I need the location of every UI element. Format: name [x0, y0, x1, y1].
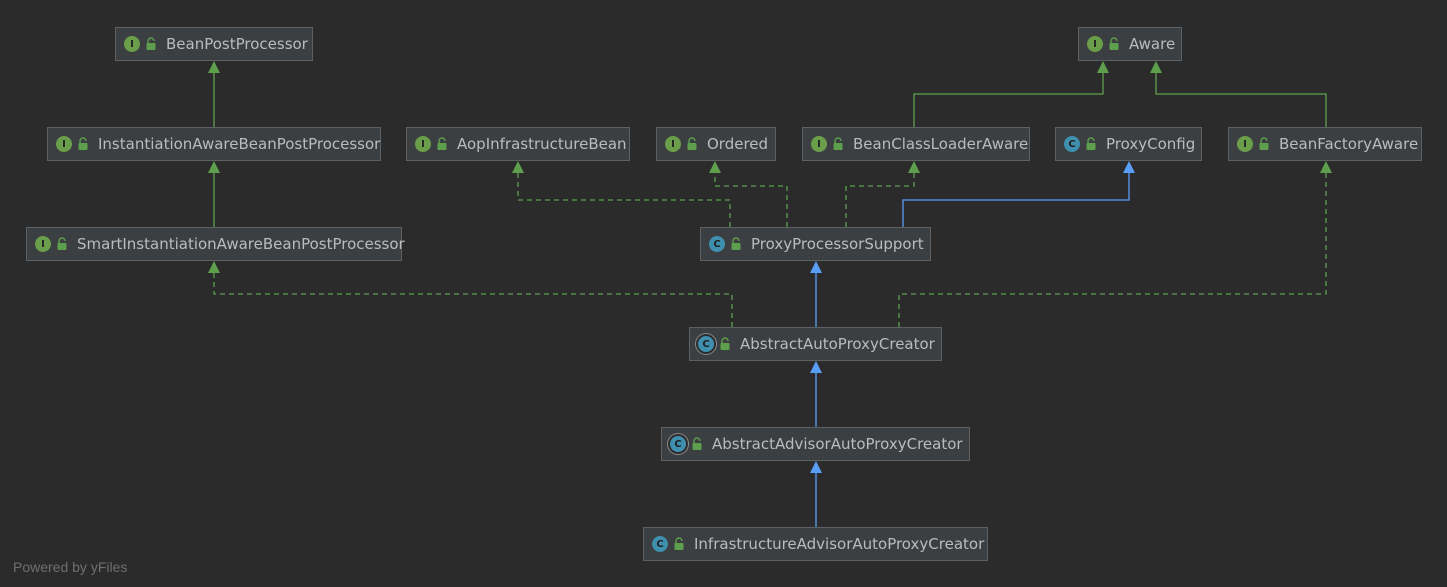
node-label: BeanFactoryAware — [1279, 135, 1419, 153]
edge-abstract-auto-proxy-creator-to-smart-instantiation-aware-bean-post-processor — [208, 261, 733, 327]
edge-proxy-processor-support-to-bean-class-loader-aware — [845, 161, 920, 227]
class-icon: C — [709, 236, 725, 252]
node-label: BeanPostProcessor — [166, 35, 308, 53]
public-lock-icon — [145, 37, 157, 51]
edge-line — [1155, 73, 1327, 127]
node-aop-infrastructure-bean[interactable]: I AopInfrastructureBean — [406, 127, 630, 161]
edge-abstract-auto-proxy-creator-to-bean-factory-aware — [898, 161, 1332, 327]
public-lock-icon — [691, 437, 703, 451]
arrowhead — [1320, 161, 1332, 173]
edge-abstract-advisor-auto-proxy-creator-to-abstract-auto-proxy-creator — [810, 361, 822, 427]
arrowhead — [810, 261, 822, 273]
interface-icon: I — [665, 136, 681, 152]
public-lock-icon — [832, 137, 844, 151]
public-lock-icon — [1108, 37, 1120, 51]
arrowhead — [810, 461, 822, 473]
node-label: Ordered — [707, 135, 769, 153]
node-label: AbstractAutoProxyCreator — [740, 335, 935, 353]
interface-icon: I — [415, 136, 431, 152]
edge-bean-class-loader-aware-to-aware — [913, 61, 1109, 127]
interface-icon: I — [811, 136, 827, 152]
node-label: ProxyConfig — [1106, 135, 1196, 153]
arrowhead — [709, 161, 721, 173]
edge-bean-factory-aware-to-aware — [1150, 61, 1327, 127]
edge-proxy-processor-support-to-ordered — [709, 161, 788, 227]
edge-smart-instantiation-aware-bean-post-processor-to-instantiation-aware-bean-post-processor — [208, 161, 220, 227]
arrowhead — [810, 361, 822, 373]
node-infrastructure-advisor-auto-proxy-creator[interactable]: C InfrastructureAdvisorAutoProxyCreator — [643, 527, 988, 561]
arrowhead — [1123, 161, 1135, 173]
node-label: BeanClassLoaderAware — [853, 135, 1029, 153]
edge-infrastructure-advisor-auto-proxy-creator-to-abstract-advisor-auto-proxy-creator — [810, 461, 822, 527]
abstract-class-icon: C — [670, 436, 686, 452]
node-label: Aware — [1129, 35, 1176, 53]
public-lock-icon — [686, 137, 698, 151]
arrowhead — [1150, 61, 1162, 73]
arrowhead — [1097, 61, 1109, 73]
node-bean-post-processor[interactable]: I BeanPostProcessor — [115, 27, 313, 61]
class-icon: C — [652, 536, 668, 552]
public-lock-icon — [719, 337, 731, 351]
edge-line — [902, 173, 1130, 227]
node-proxy-processor-support[interactable]: C ProxyProcessorSupport — [700, 227, 931, 261]
edge-line — [913, 73, 1104, 127]
node-abstract-auto-proxy-creator[interactable]: C AbstractAutoProxyCreator — [689, 327, 942, 361]
powered-by-credit: Powered by yFiles — [13, 559, 128, 575]
abstract-class-icon: C — [698, 336, 714, 352]
arrowhead — [208, 161, 220, 173]
interface-icon: I — [124, 36, 140, 52]
public-lock-icon — [1085, 137, 1097, 151]
edge-line — [898, 173, 1327, 327]
edge-abstract-auto-proxy-creator-to-proxy-processor-support — [810, 261, 822, 327]
node-label: InfrastructureAdvisorAutoProxyCreator — [694, 535, 985, 553]
node-label: AopInfrastructureBean — [457, 135, 627, 153]
public-lock-icon — [1258, 137, 1270, 151]
interface-icon: I — [1087, 36, 1103, 52]
node-abstract-advisor-auto-proxy-creator[interactable]: C AbstractAdvisorAutoProxyCreator — [661, 427, 970, 461]
node-label: SmartInstantiationAwareBeanPostProcessor — [77, 235, 405, 253]
node-ordered[interactable]: I Ordered — [656, 127, 776, 161]
node-aware[interactable]: I Aware — [1078, 27, 1182, 61]
inheritance-edges — [208, 61, 1332, 527]
arrowhead — [512, 161, 524, 173]
interface-icon: I — [1237, 136, 1253, 152]
node-proxy-config[interactable]: C ProxyConfig — [1055, 127, 1202, 161]
public-lock-icon — [56, 237, 68, 251]
node-bean-class-loader-aware[interactable]: I BeanClassLoaderAware — [802, 127, 1030, 161]
node-smart-instantiation-aware-bean-post-processor[interactable]: I SmartInstantiationAwareBeanPostProcesso… — [26, 227, 405, 261]
edge-line — [517, 173, 731, 227]
node-label: AbstractAdvisorAutoProxyCreator — [712, 435, 963, 453]
public-lock-icon — [730, 237, 742, 251]
public-lock-icon — [77, 137, 89, 151]
edge-proxy-processor-support-to-proxy-config — [902, 161, 1135, 227]
arrowhead — [208, 61, 220, 73]
arrowhead — [908, 161, 920, 173]
public-lock-icon — [436, 137, 448, 151]
edge-line — [213, 273, 733, 327]
class-icon: C — [1064, 136, 1080, 152]
node-instantiation-aware-bean-post-processor[interactable]: I InstantiationAwareBeanPostProcessor — [47, 127, 381, 161]
node-bean-factory-aware[interactable]: I BeanFactoryAware — [1228, 127, 1422, 161]
edge-proxy-processor-support-to-aop-infrastructure-bean — [512, 161, 731, 227]
node-label: ProxyProcessorSupport — [751, 235, 924, 253]
arrowhead — [208, 261, 220, 273]
edge-instantiation-aware-bean-post-processor-to-bean-post-processor — [208, 61, 220, 127]
public-lock-icon — [673, 537, 685, 551]
interface-icon: I — [56, 136, 72, 152]
node-label: InstantiationAwareBeanPostProcessor — [98, 135, 381, 153]
interface-icon: I — [35, 236, 51, 252]
